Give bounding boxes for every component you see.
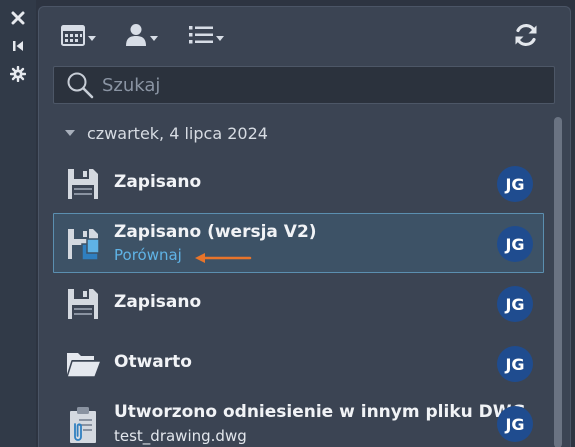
search-input[interactable] — [102, 74, 522, 96]
user-filter-button[interactable] — [125, 23, 158, 51]
date-group-label: czwartek, 4 lipca 2024 — [87, 123, 268, 143]
refresh-icon — [513, 22, 539, 52]
search-box — [53, 66, 555, 104]
side-strip — [0, 0, 36, 447]
user-filter-icon — [125, 23, 147, 51]
refresh-button[interactable] — [513, 23, 539, 51]
save-icon — [66, 166, 100, 202]
date-group-header[interactable]: czwartek, 4 lipca 2024 — [65, 121, 268, 145]
save-version-icon — [66, 226, 100, 262]
list-view-button[interactable] — [189, 23, 224, 51]
history-entry[interactable]: Zapisano JG — [53, 153, 544, 213]
annotation-arrow — [194, 250, 254, 269]
history-list: czwartek, 4 lipca 2024 Zapisano JG Zapis… — [39, 111, 570, 447]
avatar: JG — [497, 346, 533, 382]
history-entry[interactable]: Utworzono odniesienie w innym pliku DWG … — [53, 393, 544, 447]
avatar: JG — [497, 226, 533, 262]
list-view-icon — [189, 25, 213, 49]
collapse-icon[interactable] — [8, 36, 28, 56]
history-entry[interactable]: Zapisano JG — [53, 273, 544, 333]
entry-title: Utworzono odniesienie w innym pliku DWG — [114, 402, 526, 422]
calendar-view-icon — [61, 24, 85, 50]
history-entry[interactable]: Otwarto JG — [53, 333, 544, 393]
avatar: JG — [497, 166, 533, 202]
chevron-down-icon — [216, 35, 224, 41]
entry-title: Zapisano (wersja V2) — [114, 222, 317, 242]
open-folder-icon — [65, 346, 103, 382]
collapse-caret-icon — [65, 130, 75, 136]
toolbar — [39, 7, 570, 65]
history-panel: czwartek, 4 lipca 2024 Zapisano JG — [38, 6, 571, 447]
history-entry-selected[interactable]: Zapisano (wersja V2) Porównaj JG — [53, 213, 544, 273]
chevron-down-icon — [88, 35, 96, 41]
save-icon — [66, 286, 100, 322]
compare-link[interactable]: Porównaj — [114, 246, 182, 264]
reference-icon — [66, 406, 100, 443]
scrollbar-thumb[interactable] — [554, 117, 562, 447]
entry-title: Zapisano — [114, 292, 202, 312]
calendar-view-button[interactable] — [61, 23, 96, 51]
entry-title: Otwarto — [114, 352, 192, 372]
settings-icon[interactable] — [8, 64, 28, 84]
entry-filename: test_drawing.dwg — [114, 427, 247, 445]
avatar: JG — [497, 286, 533, 322]
avatar: JG — [497, 406, 533, 442]
entry-title: Zapisano — [114, 172, 202, 192]
close-icon[interactable] — [8, 8, 28, 28]
search-icon — [66, 71, 94, 99]
chevron-down-icon — [150, 35, 158, 41]
